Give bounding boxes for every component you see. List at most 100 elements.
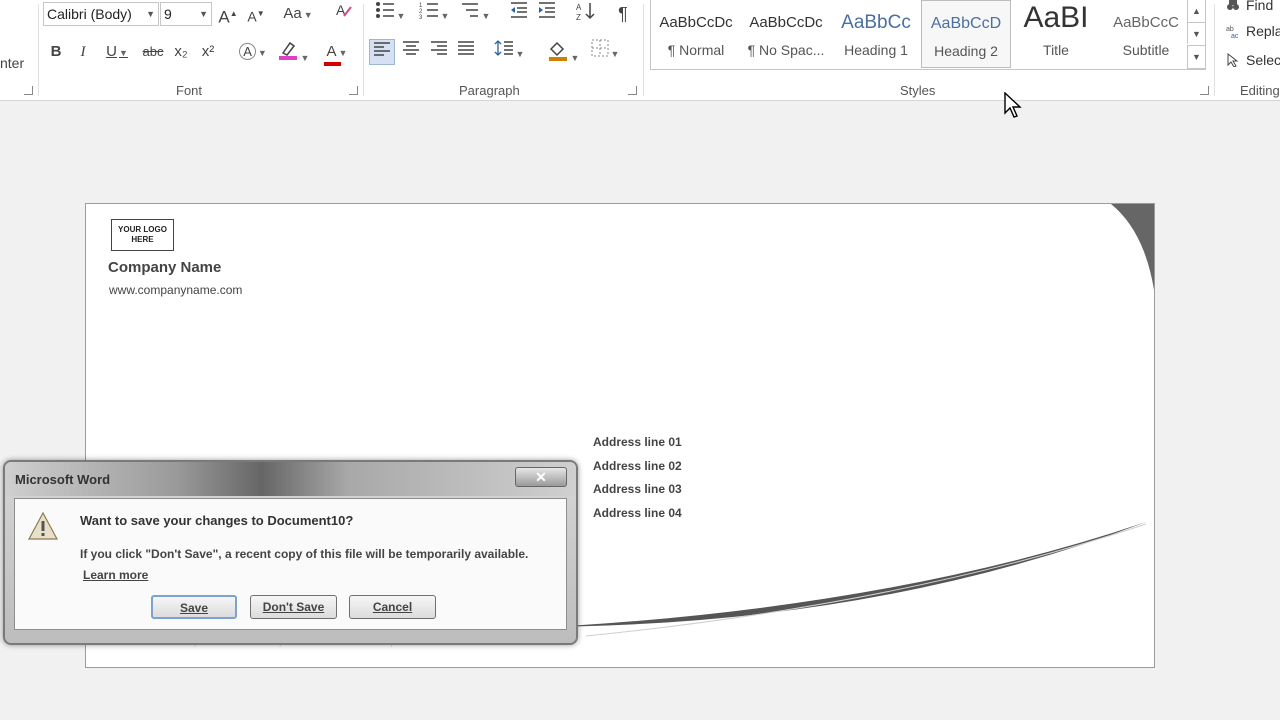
bold-button[interactable]: B [47,39,65,65]
underline-button[interactable]: U ▼ [100,39,134,65]
paint-bucket-icon [548,41,567,61]
superscript-button[interactable]: x² [197,39,219,65]
italic-icon: I [80,44,86,60]
bold-icon: B [50,43,62,60]
style-heading-1[interactable]: AaBbCc Heading 1 [831,0,921,68]
decrease-indent-button[interactable] [506,1,532,27]
multilevel-list-button[interactable]: ▼ [456,1,494,27]
font-color-button[interactable]: A ▼ [318,39,356,66]
svg-text:3: 3 [419,15,423,19]
gallery-scroll-up-icon[interactable]: ▲ [1187,0,1205,22]
numbering-icon: 123 [419,3,438,21]
svg-text:A: A [576,3,582,12]
increase-indent-icon [539,2,555,18]
font-size-value: 9 [164,6,172,22]
align-center-button[interactable] [398,39,424,65]
styles-group-label: Styles [900,83,936,98]
underline-icon: U [106,43,117,60]
cancel-button[interactable]: Cancel [349,595,436,619]
company-url: www.companyname.com [109,283,243,297]
style-no-spacing[interactable]: AaBbCcDc ¶ No Spac... [741,0,831,68]
style-preview: AaBbCcD [930,15,1002,32]
pilcrow-icon: ¶ [618,4,628,24]
change-case-icon: Aa [283,5,302,22]
align-right-button[interactable] [426,39,452,65]
group-separator [1214,4,1215,96]
align-left-button[interactable] [369,39,395,65]
sort-icon: AZ [576,3,595,22]
grow-font-button[interactable]: A▲ [218,1,238,27]
highlight-color-button[interactable]: ▼ [274,39,312,65]
highlighter-icon [278,41,297,60]
numbering-button[interactable]: 1 2 3 ▼ [414,1,454,27]
style-name: Title [1043,42,1069,58]
increase-indent-button[interactable] [534,1,560,27]
decrease-indent-icon [511,2,527,18]
dialog-question: Want to save your changes to Document10? [80,513,354,528]
line-spacing-button[interactable]: ▼ [490,39,528,65]
superscript-icon: x² [201,43,215,60]
text-effects-icon: A [239,43,256,60]
show-hide-button[interactable]: ¶ [612,1,634,27]
chevron-down-icon: ▼ [199,9,208,19]
select-button[interactable]: Selec [1226,52,1280,68]
svg-text:ab: ab [1226,26,1234,33]
gallery-scroll-down-icon[interactable]: ▼ [1187,22,1205,44]
dont-save-button[interactable]: Don't Save [250,595,337,619]
font-group-label: Font [176,83,203,98]
align-right-icon [431,41,447,55]
group-separator [38,4,39,96]
style-preview: AaBI [1023,1,1089,34]
replace-button[interactable]: ab ac Repla [1226,23,1280,39]
learn-more-link[interactable]: Learn more [83,568,148,582]
clear-formatting-icon: A [336,2,352,18]
ribbon: nter Calibri (Body) ▼ 9 ▼ A▲ A▼ Aa ▼ A B … [0,0,1280,101]
bullets-button[interactable]: ▼ [370,1,410,27]
svg-text:ac: ac [1231,33,1239,38]
style-title[interactable]: AaBI Title [1011,0,1101,68]
logo-placeholder: YOUR LOGO HERE [111,219,174,251]
font-dialog-launcher-icon[interactable] [349,86,358,95]
gallery-more-icon[interactable]: ▼ [1187,45,1205,69]
svg-text:Z: Z [576,13,581,21]
company-name: Company Name [108,259,222,276]
find-button[interactable]: Find [1226,0,1273,13]
replace-icon: abac [1226,26,1239,38]
style-preview: AaBbCcDc [749,14,823,31]
style-subtitle[interactable]: AaBbCcC Subtitle [1101,0,1191,68]
sort-button[interactable]: AZ [574,1,598,27]
shading-button[interactable]: ▼ [544,39,582,65]
group-separator [643,4,644,96]
clear-formatting-button[interactable]: A [332,1,356,27]
style-normal[interactable]: AaBbCcDc ¶ Normal [651,0,741,68]
close-icon[interactable]: ✕ [515,467,567,487]
text-effects-button[interactable]: A ▼ [236,39,270,65]
address-line: Address line 01 [593,435,682,449]
replace-label: Repla [1246,23,1280,39]
font-color-swatch [323,62,341,66]
format-painter-label[interactable]: nter [0,55,24,71]
font-name-combo[interactable]: Calibri (Body) ▼ [43,2,159,26]
shrink-font-button[interactable]: A▼ [246,1,266,27]
clipboard-dialog-launcher-icon[interactable] [24,86,33,95]
style-heading-2[interactable]: AaBbCcD Heading 2 [921,0,1011,68]
style-preview: AaBbCcC [1113,14,1179,31]
binoculars-icon [1227,0,1239,10]
paragraph-group-label: Paragraph [459,83,520,98]
justify-button[interactable] [453,39,479,65]
borders-button[interactable]: ▼ [586,39,624,65]
subscript-button[interactable]: x₂ [170,39,192,65]
font-size-combo[interactable]: 9 ▼ [160,2,212,26]
style-name: Heading 1 [844,42,908,58]
styles-dialog-launcher-icon[interactable] [1200,86,1209,95]
change-case-button[interactable]: Aa ▼ [280,1,316,27]
font-color-letter: A [326,43,337,60]
paragraph-dialog-launcher-icon[interactable] [628,86,637,95]
dialog-titlebar[interactable]: Microsoft Word ✕ [5,462,576,496]
strikethrough-button[interactable]: abc [140,39,166,65]
font-color-icon: A [323,39,341,66]
italic-button[interactable]: I [74,39,92,65]
align-left-icon [374,42,390,56]
save-button[interactable]: Save [151,595,237,619]
group-separator [363,4,364,96]
